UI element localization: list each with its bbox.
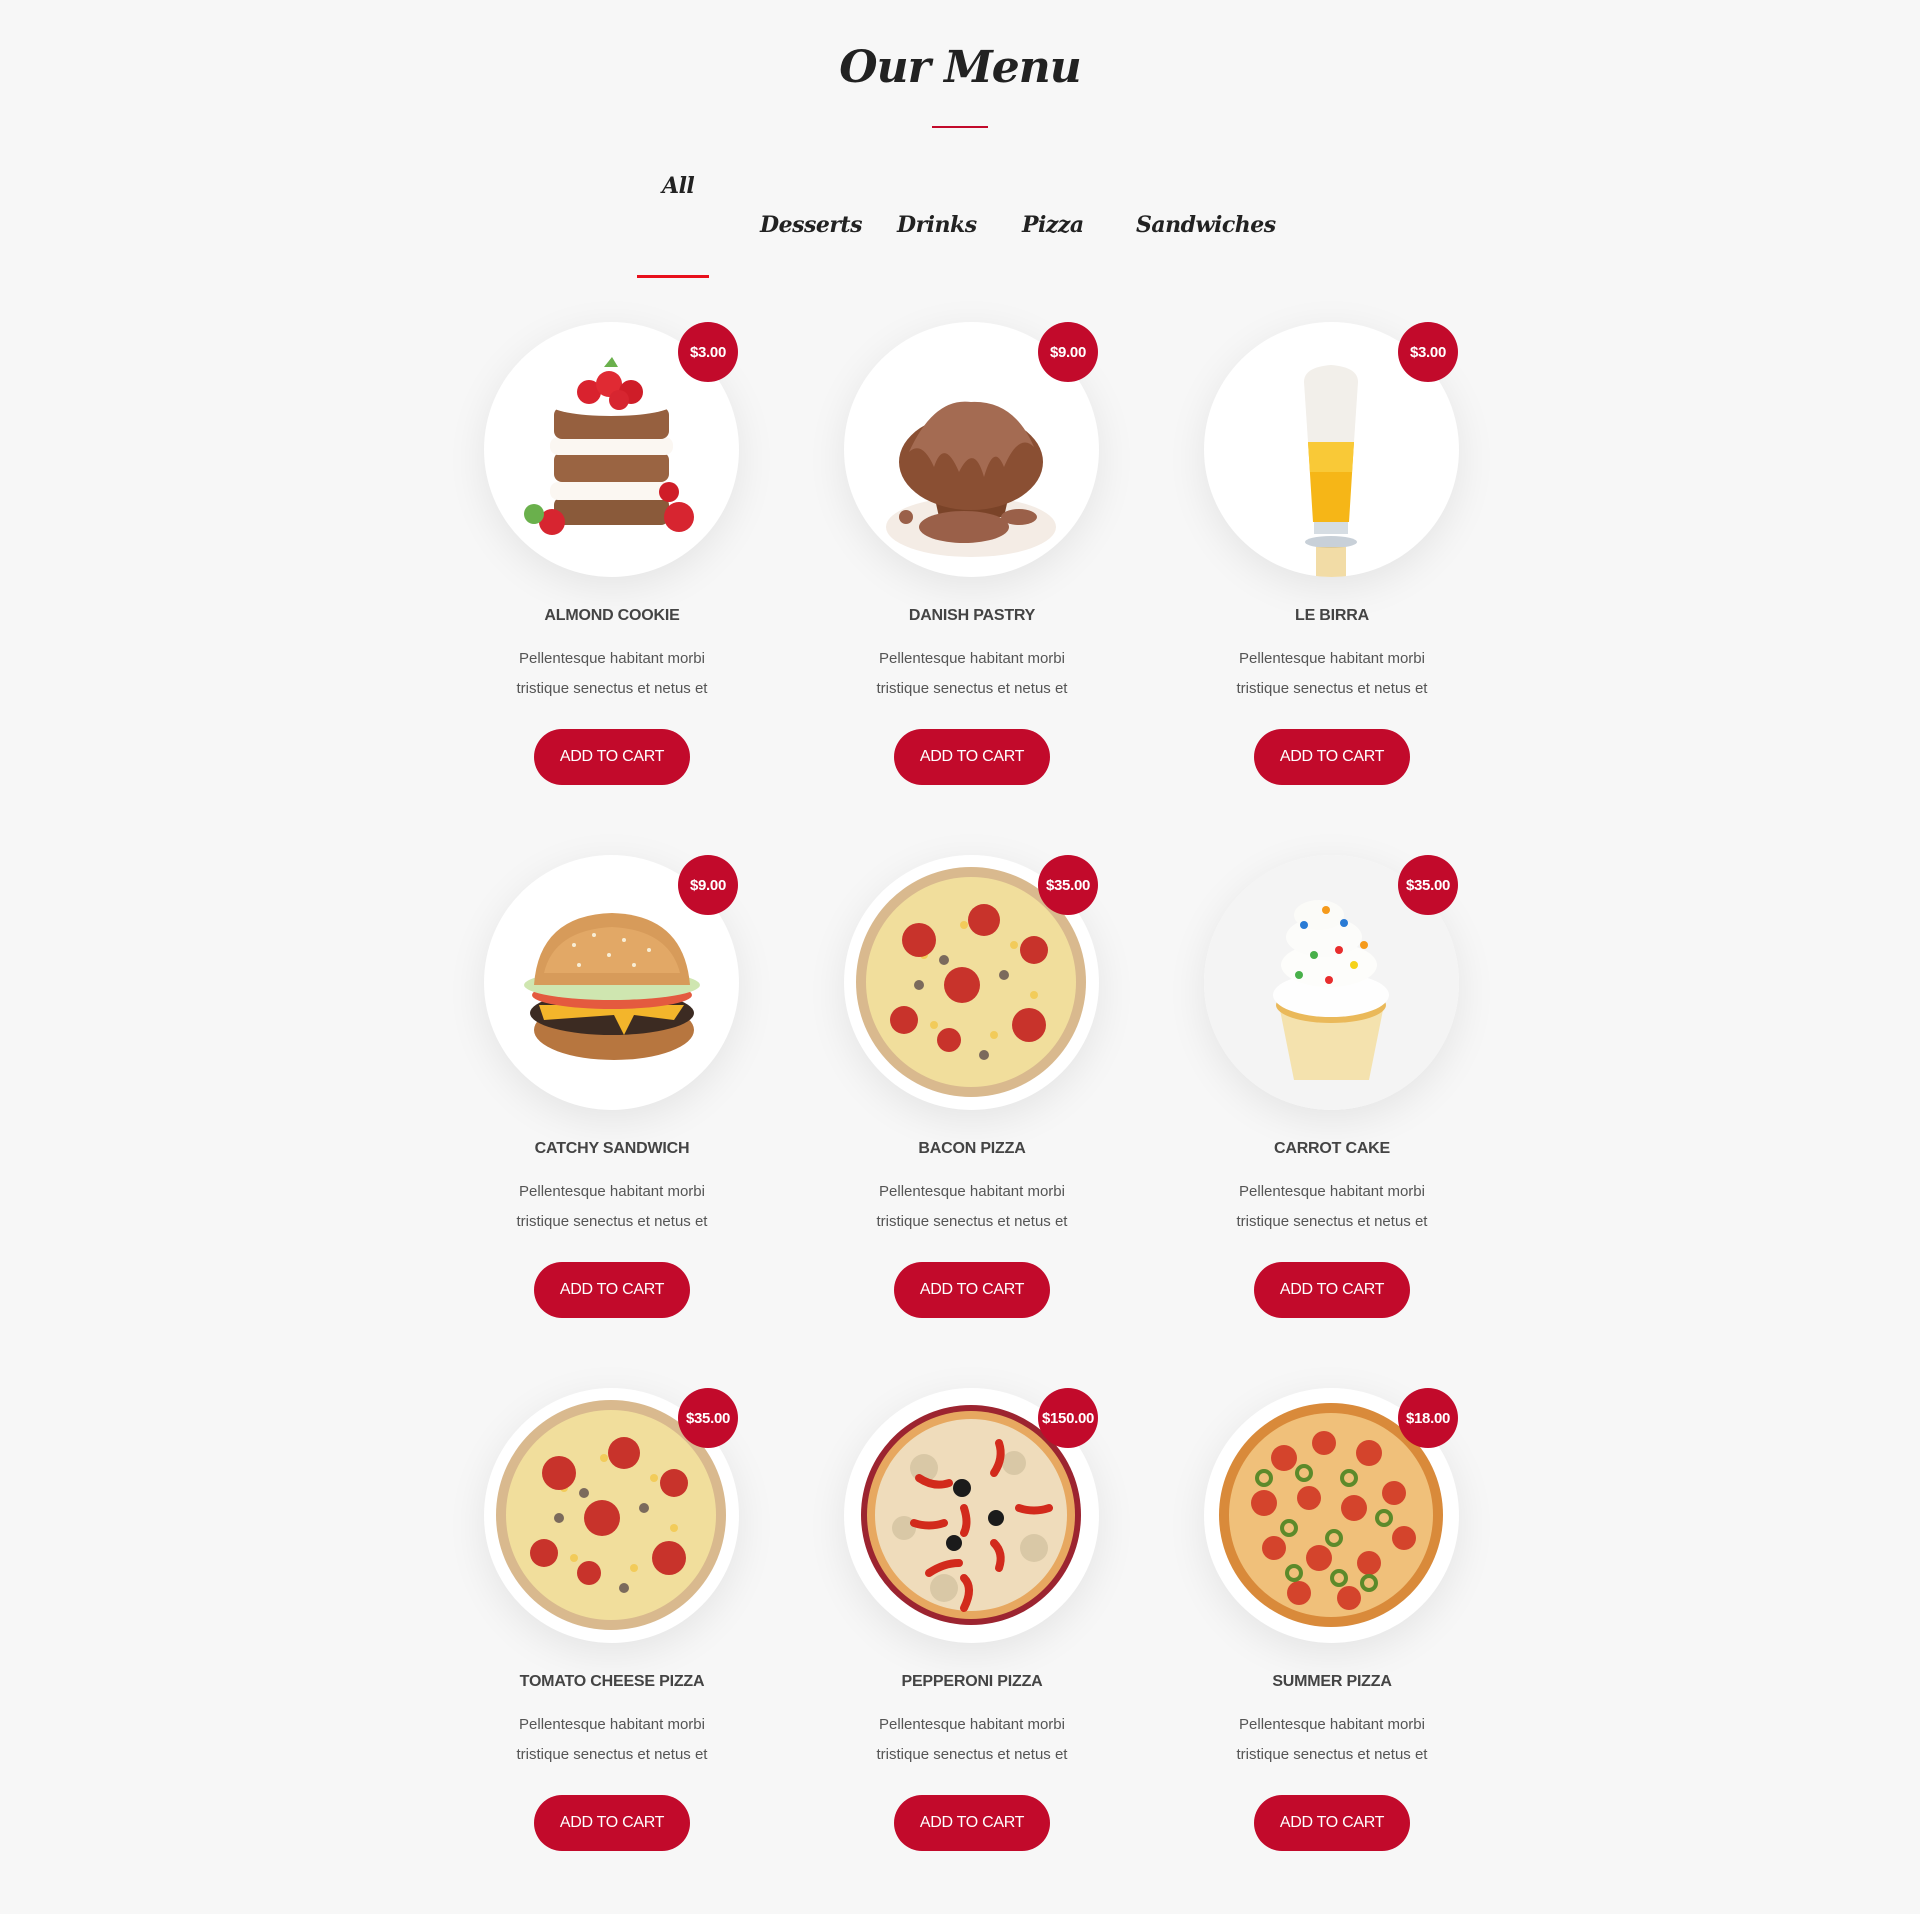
item-name: Carrot Cake xyxy=(1273,1140,1391,1157)
add-to-cart-button[interactable]: ADD TO CART xyxy=(894,1795,1050,1851)
menu-item-card: $9.00 Catchy Sandwich Pellentesque habit… xyxy=(442,855,782,1355)
add-to-cart-button[interactable]: ADD TO CART xyxy=(1254,729,1410,785)
price-badge: $35.00 xyxy=(1038,855,1098,915)
tab-drinks[interactable]: Drinks xyxy=(897,212,977,238)
item-name: Almond Cookie xyxy=(544,607,680,624)
item-name: Danish Pastry xyxy=(908,607,1036,624)
price-badge: $35.00 xyxy=(1398,855,1458,915)
description-line-2: tristique senectus et netus et xyxy=(876,1213,1068,1230)
description-line-2: tristique senectus et netus et xyxy=(876,680,1068,697)
description-line-1: Pellentesque habitant morbi xyxy=(879,650,1065,667)
description-line-2: tristique senectus et netus et xyxy=(516,680,708,697)
description-line-1: Pellentesque habitant morbi xyxy=(519,1716,705,1733)
item-description: Pellentesque habitant morbi tristique se… xyxy=(1222,1177,1442,1237)
item-name: Summer Pizza xyxy=(1272,1673,1392,1690)
price-badge: $35.00 xyxy=(678,1388,738,1448)
menu-item-card: $35.00 Bacon Pizza Pellentesque habitant… xyxy=(802,855,1142,1355)
tab-pizza[interactable]: Pizza xyxy=(1022,212,1084,238)
menu-item-card: $35.00 Tomato Cheese Pizza Pellentesque … xyxy=(442,1388,782,1888)
active-tab-indicator xyxy=(637,275,709,278)
item-name: Bacon Pizza xyxy=(918,1140,1026,1157)
item-name: Tomato Cheese Pizza xyxy=(519,1673,705,1690)
item-description: Pellentesque habitant morbi tristique se… xyxy=(1222,1710,1442,1770)
item-description: Pellentesque habitant morbi tristique se… xyxy=(1222,644,1442,704)
menu-item-card: $3.00 Le Birra Pellentesque habitant mor… xyxy=(1162,322,1502,822)
add-to-cart-button[interactable]: ADD TO CART xyxy=(534,1795,690,1851)
item-name: Catchy Sandwich xyxy=(534,1140,690,1157)
menu-item-card: $150.00 Pepperoni Pizza Pellentesque hab… xyxy=(802,1388,1142,1888)
description-line-2: tristique senectus et netus et xyxy=(1236,1746,1428,1763)
item-description: Pellentesque habitant morbi tristique se… xyxy=(862,644,1082,704)
add-to-cart-button[interactable]: ADD TO CART xyxy=(894,1262,1050,1318)
add-to-cart-button[interactable]: ADD TO CART xyxy=(534,1262,690,1318)
item-description: Pellentesque habitant morbi tristique se… xyxy=(502,1710,722,1770)
description-line-2: tristique senectus et netus et xyxy=(1236,680,1428,697)
add-to-cart-button[interactable]: ADD TO CART xyxy=(534,729,690,785)
price-badge: $9.00 xyxy=(1038,322,1098,382)
item-description: Pellentesque habitant morbi tristique se… xyxy=(502,644,722,704)
price-badge: $3.00 xyxy=(1398,322,1458,382)
item-description: Pellentesque habitant morbi tristique se… xyxy=(862,1177,1082,1237)
item-description: Pellentesque habitant morbi tristique se… xyxy=(862,1710,1082,1770)
item-description: Pellentesque habitant morbi tristique se… xyxy=(502,1177,722,1237)
description-line-1: Pellentesque habitant morbi xyxy=(519,1183,705,1200)
title-divider xyxy=(932,126,988,128)
description-line-1: Pellentesque habitant morbi xyxy=(1239,1716,1425,1733)
item-name: Pepperoni Pizza xyxy=(901,1673,1043,1690)
description-line-1: Pellentesque habitant morbi xyxy=(879,1183,1065,1200)
menu-item-card: $18.00 Summer Pizza Pellentesque habitan… xyxy=(1162,1388,1502,1888)
tab-desserts[interactable]: Desserts xyxy=(760,212,862,238)
item-name: Le Birra xyxy=(1295,607,1369,624)
price-badge: $150.00 xyxy=(1038,1388,1098,1448)
description-line-1: Pellentesque habitant morbi xyxy=(879,1716,1065,1733)
menu-item-card: $35.00 Carrot Cake Pellentesque habitant… xyxy=(1162,855,1502,1355)
tab-all[interactable]: All xyxy=(662,173,695,199)
menu-item-card: $3.00 Almond Cookie Pellentesque habitan… xyxy=(442,322,782,822)
price-badge: $18.00 xyxy=(1398,1388,1458,1448)
description-line-2: tristique senectus et netus et xyxy=(1236,1213,1428,1230)
description-line-2: tristique senectus et netus et xyxy=(876,1746,1068,1763)
description-line-2: tristique senectus et netus et xyxy=(516,1746,708,1763)
menu-item-card: $9.00 Danish Pastry Pellentesque habitan… xyxy=(802,322,1142,822)
description-line-1: Pellentesque habitant morbi xyxy=(519,650,705,667)
tab-sandwiches[interactable]: Sandwiches xyxy=(1136,212,1276,238)
price-badge: $9.00 xyxy=(678,855,738,915)
price-badge: $3.00 xyxy=(678,322,738,382)
description-line-1: Pellentesque habitant morbi xyxy=(1239,650,1425,667)
add-to-cart-button[interactable]: ADD TO CART xyxy=(1254,1795,1410,1851)
add-to-cart-button[interactable]: ADD TO CART xyxy=(894,729,1050,785)
description-line-2: tristique senectus et netus et xyxy=(516,1213,708,1230)
page-title: Our Menu xyxy=(839,42,1082,93)
description-line-1: Pellentesque habitant morbi xyxy=(1239,1183,1425,1200)
add-to-cart-button[interactable]: ADD TO CART xyxy=(1254,1262,1410,1318)
